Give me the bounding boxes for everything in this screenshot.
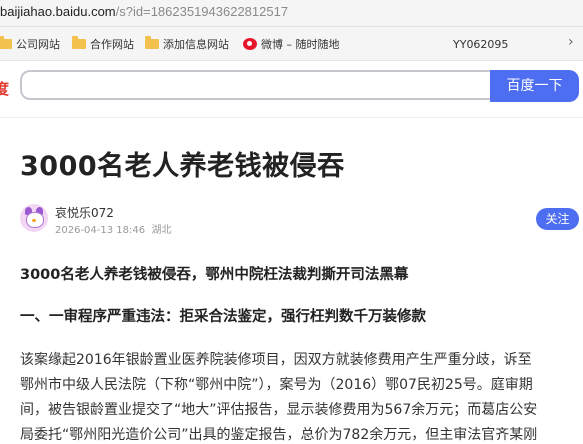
follow-button[interactable]: 关注 [536, 208, 579, 230]
baidu-logo[interactable]: 度 [0, 78, 9, 99]
header-divider [0, 117, 583, 118]
article-lead: 3000名老人养老钱被侵吞，鄂州中院枉法裁判撕开司法黑幕 [20, 267, 409, 283]
folder-icon [0, 36, 12, 49]
author-name[interactable]: 哀悦乐072 [55, 204, 114, 221]
chevron-right-icon[interactable]: › [568, 34, 574, 50]
bookmark-label: 微博 – 随时随地 [261, 38, 340, 51]
bookmark-add-info-sites[interactable]: 添加信息网站 [145, 36, 229, 52]
author-avatar[interactable] [20, 204, 48, 232]
bookmark-partner-sites[interactable]: 合作网站 [72, 36, 134, 52]
avatar-nose [32, 219, 36, 222]
address-bar[interactable]: baijiahao.baidu.com/s?id=186235194362281… [0, 0, 583, 27]
bookmark-label: 公司网站 [16, 38, 60, 51]
url-host: baijiahao.baidu.com [0, 4, 116, 19]
paragraph-line: 局委托“鄂州阳光造价公司”出具的鉴定报告，总价为782余万元，但主审法官齐某刚 [20, 427, 538, 443]
weibo-icon [243, 38, 257, 50]
bookmark-label: YY062095 [453, 37, 509, 51]
search-bar: 度 百度一下 [0, 64, 583, 110]
publish-date: 2026-04-13 18:46 [55, 225, 146, 236]
bookmark-label: 添加信息网站 [163, 38, 229, 51]
search-input[interactable] [20, 70, 492, 100]
article-meta: 2026-04-13 18:46 湖北 [55, 221, 171, 236]
bookmark-weibo[interactable]: 微博 – 随时随地 [243, 36, 340, 52]
bookmark-company-sites[interactable]: 公司网站 [0, 36, 60, 52]
paragraph-line: 间，被告银龄置业提交了“地大”评估报告，显示装修费用为567余万元；而葛店公安 [20, 402, 538, 418]
folder-icon [72, 36, 86, 49]
paragraph-line: 该案缘起2016年银龄置业医养院装修项目，因双方就装修费用产生严重分歧，诉至 [20, 352, 532, 368]
bookmark-yy[interactable]: YY062095 [453, 36, 508, 52]
url-text[interactable]: baijiahao.baidu.com/s?id=186235194362281… [0, 4, 288, 19]
bookmark-label: 合作网站 [90, 38, 134, 51]
paragraph-line: 鄂州市中级人民法院（下称“鄂州中院”），案号为（2016）鄂07民初25号。庭审… [20, 377, 533, 393]
publish-location: 湖北 [151, 225, 172, 236]
url-query: /s?id=1862351943622812517 [115, 4, 289, 19]
article-title: 3000名老人养老钱被侵吞 [20, 151, 345, 182]
bookmarks-bar: 公司网站 合作网站 添加信息网站 微博 – 随时随地 YY062095 › [0, 27, 583, 61]
search-button[interactable]: 百度一下 [490, 70, 579, 102]
folder-icon [145, 36, 159, 49]
section-heading: 一、一审程序严重违法：拒采合法鉴定，强行枉判数千万装修款 [20, 309, 426, 325]
